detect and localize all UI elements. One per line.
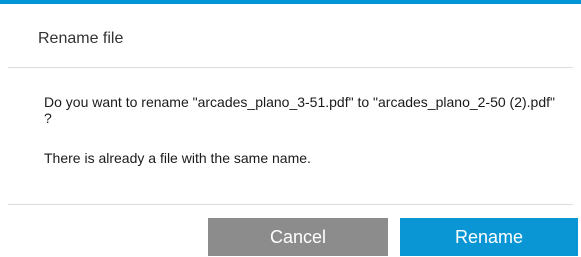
cancel-button[interactable]: Cancel xyxy=(208,218,388,256)
footer-divider xyxy=(8,204,573,205)
rename-button[interactable]: Rename xyxy=(400,218,578,256)
accent-top-bar xyxy=(0,0,581,4)
duplicate-file-note: There is already a file with the same na… xyxy=(44,150,311,166)
rename-file-dialog: Rename file Do you want to rename "arcad… xyxy=(0,0,581,257)
rename-confirmation-message: Do you want to rename "arcades_plano_3-5… xyxy=(44,94,555,126)
dialog-title: Rename file xyxy=(38,30,124,47)
header-divider xyxy=(8,67,573,68)
